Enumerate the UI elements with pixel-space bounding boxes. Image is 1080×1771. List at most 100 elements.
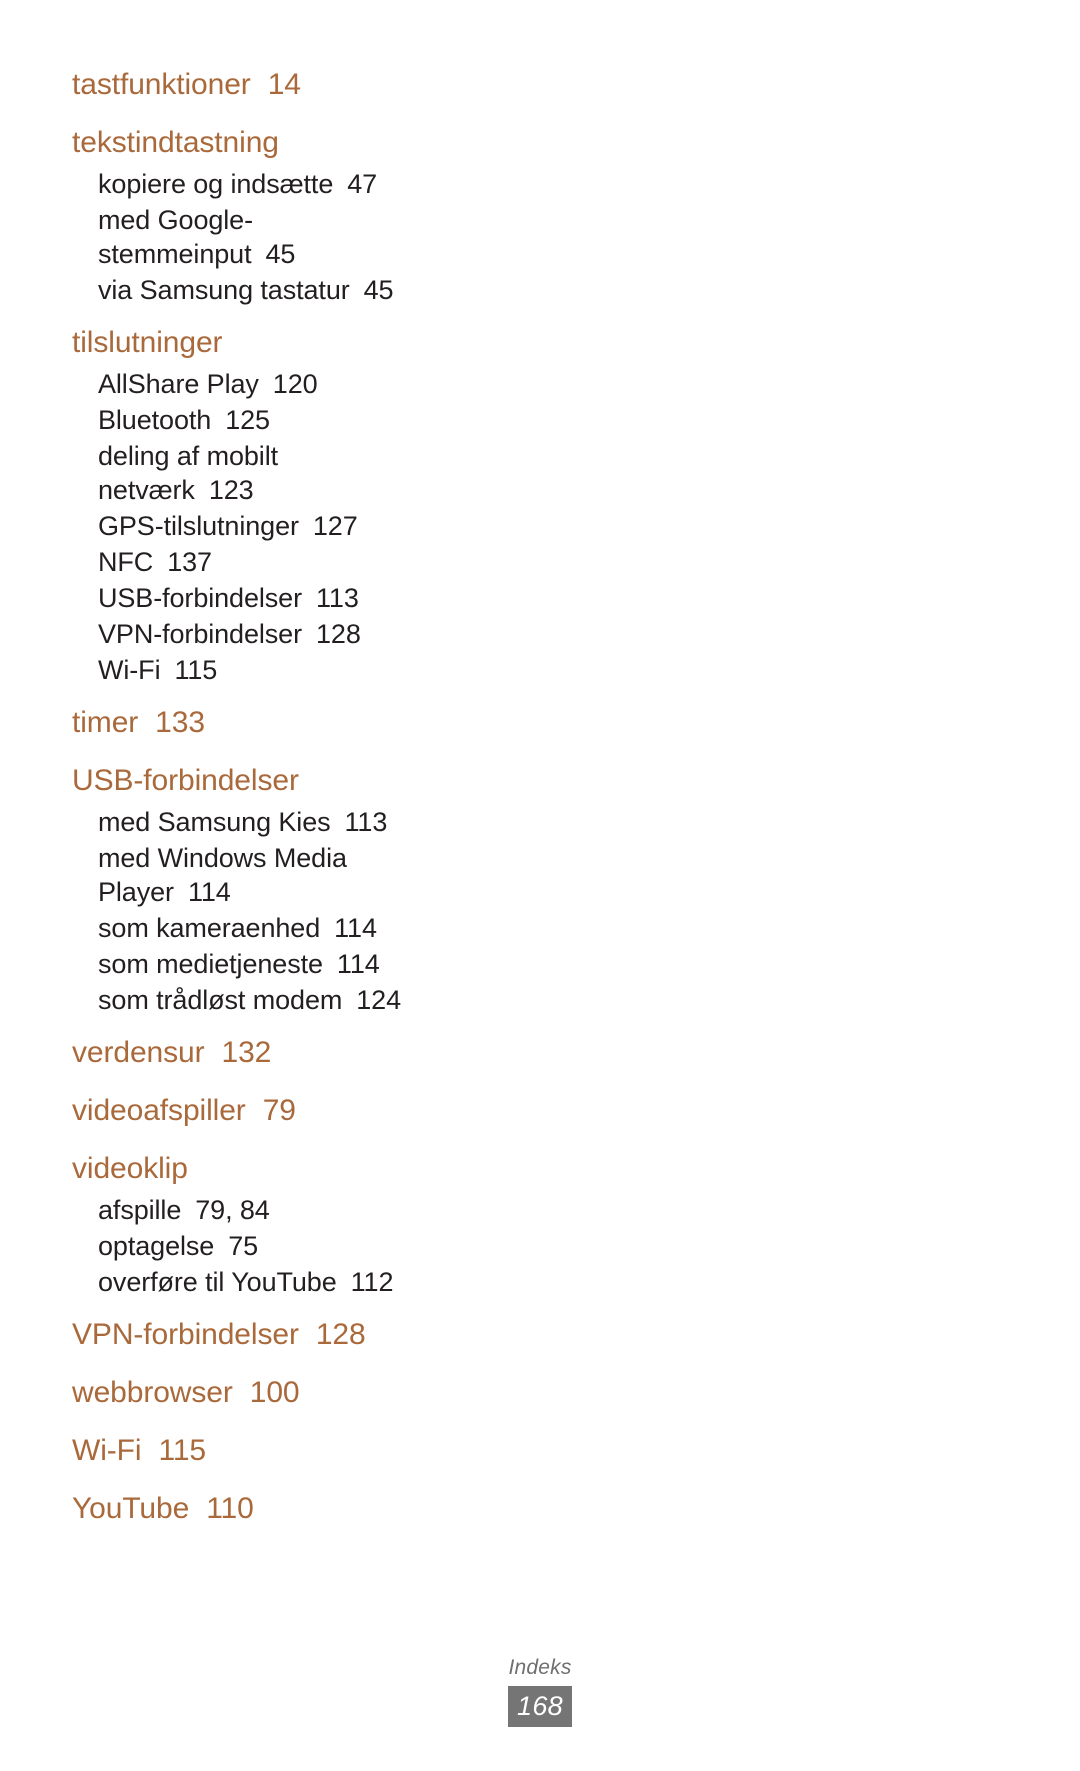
index-entry-page-number: 112	[350, 1267, 394, 1297]
index-entry-page-number: 114	[334, 913, 377, 943]
index-entry-page-number: 133	[155, 706, 205, 739]
index-entry-label: VPN-forbindelser	[98, 619, 302, 649]
index-main-entry: timer 133	[72, 700, 632, 746]
index-entry-label: afspille	[98, 1195, 182, 1225]
index-entry-label: stemmeinput	[98, 239, 252, 269]
index-entry-page-number: 110	[206, 1492, 254, 1525]
index-entry-label: NFC	[98, 547, 154, 577]
index-sub-entry: GPS-tilslutninger 127	[98, 508, 632, 544]
index-sub-entry: AllShare Play 120	[98, 366, 632, 402]
index-main-entry: Wi-Fi 115	[72, 1428, 632, 1474]
footer-page-number-badge: 168	[508, 1686, 572, 1727]
index-sub-entry: via Samsung tastatur 45	[98, 272, 632, 308]
index-entry-label: videoklip	[72, 1152, 188, 1185]
index-entry-page-number: 132	[221, 1036, 272, 1069]
index-sub-entry: optagelse 75	[98, 1228, 632, 1264]
index-entry-label: med Windows Media	[98, 843, 347, 873]
index-entry-page-number: 113	[344, 807, 388, 837]
index-entry-label: som trådløst modem	[98, 985, 343, 1015]
footer-section-label: Indeks	[508, 1656, 572, 1679]
index-sub-entry: NFC 137	[98, 544, 632, 580]
index-sub-entry: som kameraenhed 114	[98, 910, 632, 946]
index-sub-entry: som medietjeneste 114	[98, 946, 632, 982]
index-entry-label: Wi-Fi	[72, 1434, 142, 1467]
index-entry-label: tastfunktioner	[72, 68, 251, 101]
index-sub-entry: med Google-	[98, 202, 632, 238]
index-sub-entry: som trådløst modem 124	[98, 982, 632, 1018]
index-entry-label: kopiere og indsætte	[98, 169, 334, 199]
index-entry-label: videoafspiller	[72, 1094, 246, 1127]
index-entry-label: med Samsung Kies	[98, 807, 331, 837]
index-entry-label: tilslutninger	[72, 326, 223, 359]
index-entry-label: deling af mobilt	[98, 441, 279, 471]
index-sub-entry: Bluetooth 125	[98, 402, 632, 438]
index-entry-label: via Samsung tastatur	[98, 275, 350, 305]
index-sub-entry: Player 114	[98, 874, 632, 910]
index-entry-label: AllShare Play	[98, 369, 259, 399]
footer-page-number-wrap: 168	[0, 1686, 1080, 1727]
index-main-entry: videoafspiller 79	[72, 1088, 632, 1134]
index-sub-entry: netværk 123	[98, 472, 632, 508]
index-entry-label: USB-forbindelser	[98, 583, 302, 613]
index-main-entry: videoklip	[72, 1146, 632, 1192]
index-entry-page-number: 115	[158, 1434, 206, 1467]
index-sub-entry: med Windows Media	[98, 840, 632, 876]
index-entry-page-number: 79	[262, 1094, 296, 1127]
index-entry-label: tekstindtastning	[72, 126, 279, 159]
index-entry-label: GPS-tilslutninger	[98, 511, 299, 541]
index-entry-label: webbrowser	[72, 1376, 233, 1409]
index-entry-list: tastfunktioner 14 tekstindtastning kopiere …	[72, 62, 632, 1532]
index-entry-page-number: 115	[174, 655, 218, 685]
index-sub-entry: stemmeinput 45	[98, 236, 632, 272]
index-sub-entry: med Samsung Kies 113	[98, 804, 632, 840]
index-entry-label: Wi-Fi	[98, 655, 161, 685]
index-entry-page-number: 45	[265, 239, 296, 269]
index-entry-page-number: 79, 84	[195, 1195, 270, 1225]
index-sub-entry: VPN-forbindelser 128	[98, 616, 632, 652]
index-main-entry: tekstindtastning	[72, 120, 632, 166]
index-entry-page-number: 120	[272, 369, 318, 399]
index-sub-entry: USB-forbindelser 113	[98, 580, 632, 616]
index-entry-label: optagelse	[98, 1231, 215, 1261]
index-main-entry: verdensur 132	[72, 1030, 632, 1076]
index-main-entry: tilslutninger	[72, 320, 632, 366]
index-entry-page-number: 113	[316, 583, 359, 613]
index-entry-label: med Google-	[98, 205, 253, 235]
index-entry-label: Player	[98, 877, 174, 907]
index-entry-label: VPN-forbindelser	[72, 1318, 299, 1351]
index-entry-page-number: 125	[225, 405, 270, 435]
index-sub-entry: kopiere og indsætte 47	[98, 166, 632, 202]
index-entry-label: Bluetooth	[98, 405, 212, 435]
index-entry-label: overføre til YouTube	[98, 1267, 337, 1297]
index-entry-label: YouTube	[72, 1492, 190, 1525]
index-entry-page-number: 45	[363, 275, 394, 305]
index-entry-label: netværk	[98, 475, 195, 505]
index-sub-entry: overføre til YouTube 112	[98, 1264, 632, 1300]
index-main-entry: USB-forbindelser	[72, 758, 632, 804]
index-entry-page-number: 114	[187, 877, 231, 907]
index-entry-page-number: 128	[315, 1318, 366, 1351]
index-sub-entry: deling af mobilt	[98, 438, 632, 474]
index-entry-page-number: 124	[356, 985, 402, 1015]
index-entry-page-number: 75	[228, 1231, 259, 1261]
index-entry-label: som medietjeneste	[98, 949, 323, 979]
index-entry-page-number: 128	[316, 619, 361, 649]
index-main-entry: webbrowser 100	[72, 1370, 632, 1416]
index-entry-page-number: 14	[267, 68, 301, 101]
index-entry-page-number: 123	[208, 475, 254, 505]
index-sub-entry: Wi-Fi 115	[98, 652, 632, 688]
index-entry-page-number: 47	[347, 169, 378, 199]
index-main-entry: YouTube 110	[72, 1486, 632, 1532]
index-entry-page-number: 127	[312, 511, 358, 541]
index-entry-label: som kameraenhed	[98, 913, 321, 943]
page-footer: Indeks 168	[0, 1655, 1080, 1727]
index-entry-label: timer	[72, 706, 139, 739]
index-entry-label: USB-forbindelser	[72, 764, 299, 797]
index-entry-page-number: 137	[167, 547, 212, 577]
index-sub-entry: afspille 79, 84	[98, 1192, 632, 1228]
index-entry-page-number: 114	[336, 949, 380, 979]
index-main-entry: VPN-forbindelser 128	[72, 1312, 632, 1358]
index-page: tastfunktioner 14 tekstindtastning kopiere …	[0, 0, 1080, 1771]
index-main-entry: tastfunktioner 14	[72, 62, 632, 108]
index-entry-label: verdensur	[72, 1036, 205, 1069]
